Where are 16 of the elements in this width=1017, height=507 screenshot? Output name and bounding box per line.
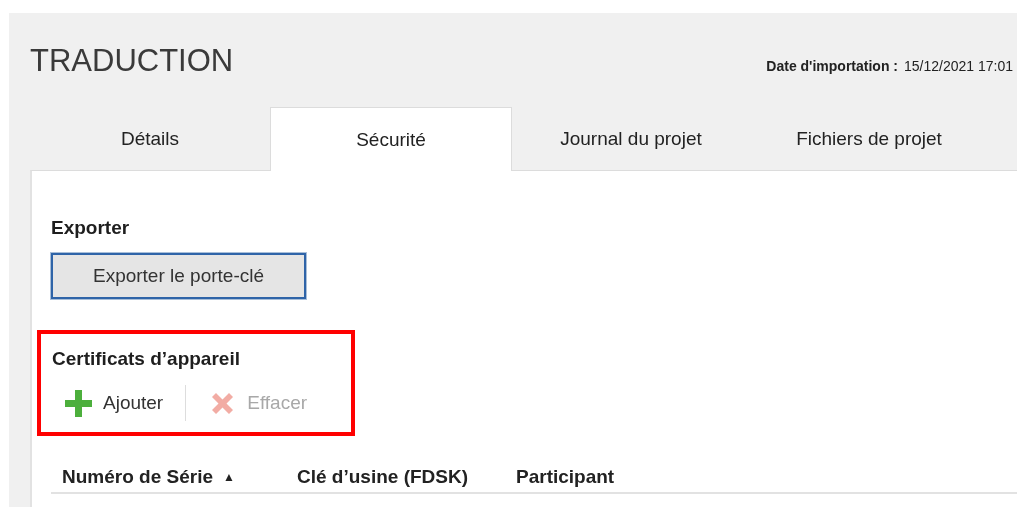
plus-icon bbox=[65, 389, 92, 417]
tab[interactable]: Détails bbox=[30, 107, 270, 170]
add-button[interactable]: Ajouter bbox=[52, 388, 164, 418]
sort-indicator: ▲ bbox=[223, 470, 235, 484]
tab[interactable]: Sécurité bbox=[270, 107, 512, 171]
tab[interactable]: Journal du projet bbox=[512, 107, 750, 170]
column-header[interactable]: Clé d’usine (FDSK) bbox=[297, 466, 468, 488]
tab[interactable]: Fichiers de projet bbox=[750, 107, 988, 170]
section-heading: Exporter bbox=[51, 217, 131, 239]
export-keyring-button[interactable]: Exporter le porte-clé bbox=[51, 253, 306, 299]
section-heading: Certificats d’appareil bbox=[52, 348, 241, 370]
import-date-label: Date d'importation : bbox=[766, 58, 898, 74]
column-header[interactable]: Participant bbox=[516, 466, 615, 488]
import-date-value: 15/12/2021 17:01 bbox=[904, 58, 1013, 74]
page-title: TRADUCTION bbox=[30, 43, 234, 79]
column-header[interactable]: Numéro de Série bbox=[62, 466, 213, 488]
